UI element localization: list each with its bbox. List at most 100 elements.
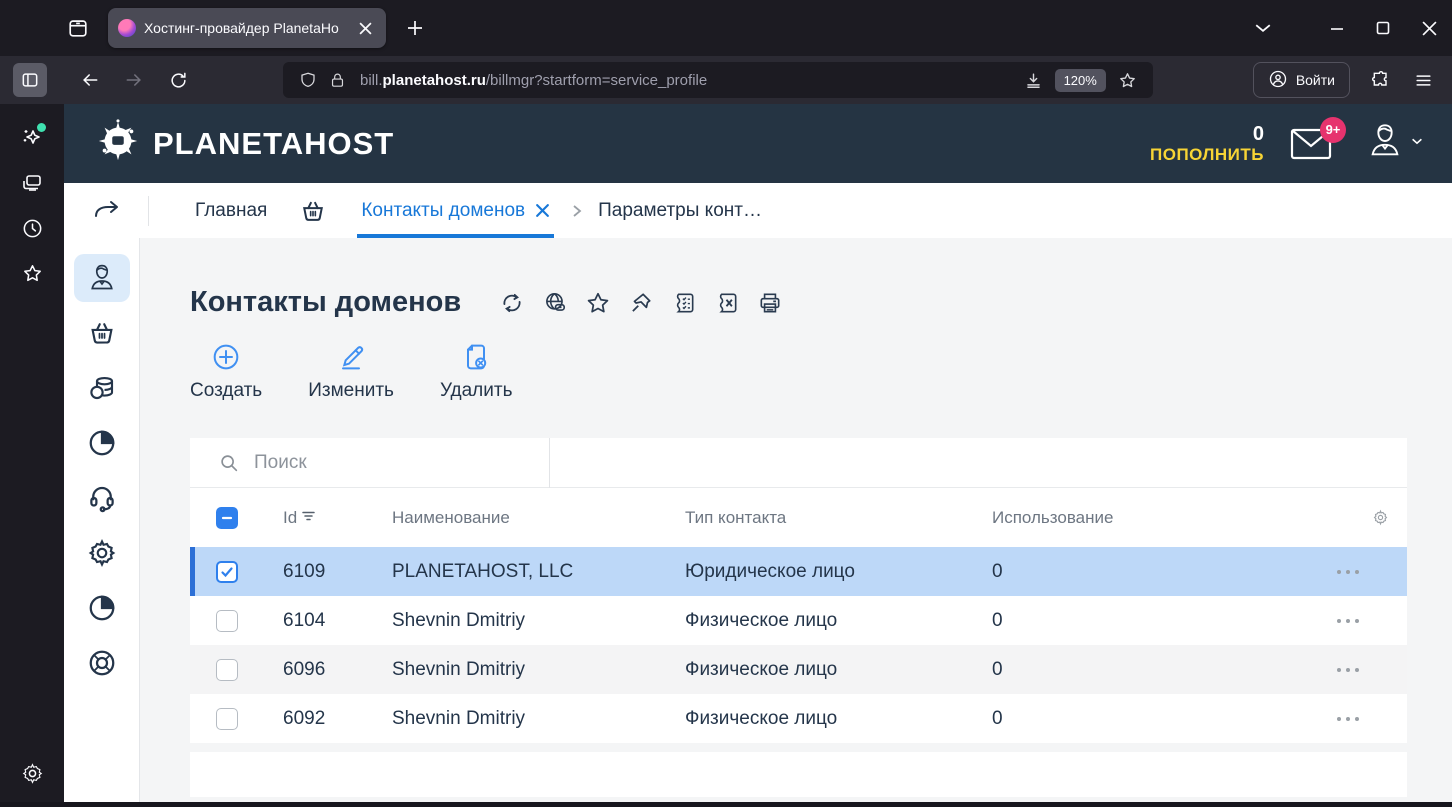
tab-domain-contacts-label: Контакты доменов — [361, 199, 526, 221]
delete-button[interactable]: Удалить — [440, 341, 512, 402]
site-header: PLANETAHOST 0 ПОПОЛНИТЬ 9+ — [64, 104, 1452, 183]
favorite-star-icon[interactable] — [585, 290, 611, 316]
table-row[interactable]: 6092 Shevnin Dmitriy Физическое лицо 0 — [190, 694, 1407, 743]
user-menu[interactable] — [1366, 122, 1424, 165]
search-placeholder: Поиск — [254, 451, 307, 473]
minimize-button[interactable] — [1314, 8, 1360, 48]
expand-menu-arrow-icon[interactable] — [92, 198, 122, 224]
url-bar[interactable]: bill.planetahost.ru/billmgr?startform=se… — [283, 62, 1153, 98]
cell-name: PLANETAHOST, LLC — [392, 560, 574, 582]
history-clock-icon[interactable] — [12, 208, 52, 248]
column-header-usage[interactable]: Использование — [992, 508, 1372, 528]
active-tab-underline — [357, 234, 555, 238]
tab-list-chevron-icon[interactable] — [1240, 8, 1286, 48]
sidebar-item-settings[interactable] — [74, 529, 130, 577]
browser-tab[interactable]: Хостинг-провайдер PlanetaHo — [108, 8, 386, 48]
table-row[interactable]: 6104 Shevnin Dmitriy Физическое лицо 0 — [190, 596, 1407, 645]
table-row[interactable]: 6096 Shevnin Dmitriy Физическое лицо 0 — [190, 645, 1407, 694]
sidebar-item-support[interactable] — [74, 474, 130, 522]
row-checkbox[interactable] — [216, 707, 238, 730]
browser-navbar: bill.planetahost.ru/billmgr?startform=se… — [0, 56, 1452, 104]
select-all-checkbox[interactable] — [216, 506, 238, 529]
back-button[interactable] — [73, 63, 107, 97]
search-icon — [218, 452, 240, 474]
cell-id: 6092 — [283, 707, 326, 729]
table-row[interactable]: 6109 PLANETAHOST, LLC Юридическое лицо 0 — [190, 547, 1407, 596]
planetahost-logo[interactable]: PLANETAHOST — [95, 118, 394, 169]
row-menu-icon[interactable] — [1337, 667, 1359, 672]
log-list-icon[interactable] — [671, 290, 697, 316]
mail-badge: 9+ — [1320, 116, 1346, 143]
synced-tabs-icon[interactable] — [12, 163, 52, 203]
row-checkbox[interactable] — [216, 609, 238, 632]
cell-id: 6104 — [283, 609, 326, 631]
column-header-name[interactable]: Наименование — [392, 508, 685, 528]
firefox-view-icon[interactable] — [64, 14, 92, 42]
tab-contact-params[interactable]: Параметры конт… — [598, 200, 762, 222]
sidebar-item-client-profile[interactable] — [73, 254, 130, 302]
sidebar-item-reports[interactable] — [74, 584, 130, 632]
pin-icon[interactable] — [628, 290, 654, 316]
edit-button[interactable]: Изменить — [308, 341, 394, 402]
search-bar[interactable]: Поиск — [190, 437, 1407, 488]
row-checkbox-checked[interactable] — [216, 560, 238, 583]
reload-button[interactable] — [161, 63, 195, 97]
mail-button[interactable]: 9+ — [1290, 116, 1346, 161]
hamburger-menu-icon[interactable] — [1406, 63, 1440, 97]
zoom-level-badge[interactable]: 120% — [1054, 68, 1106, 92]
bookmarks-star-icon[interactable] — [12, 253, 52, 293]
cell-name: Shevnin Dmitriy — [392, 707, 526, 729]
topup-link[interactable]: ПОПОЛНИТЬ — [1150, 145, 1264, 165]
sidebar-item-help[interactable] — [74, 639, 130, 687]
shield-icon[interactable] — [299, 71, 317, 89]
basket-tab-icon[interactable] — [299, 197, 327, 225]
divider — [148, 195, 149, 226]
forward-button[interactable] — [117, 63, 151, 97]
sidebar-item-basket[interactable] — [74, 309, 130, 357]
row-menu-icon[interactable] — [1337, 569, 1359, 574]
document-remove-icon — [460, 341, 492, 373]
cell-usage: 0 — [992, 658, 1003, 680]
ai-chatbot-icon[interactable] — [12, 118, 52, 158]
table-settings-gear-icon[interactable] — [1372, 509, 1389, 526]
close-window-button[interactable] — [1406, 8, 1452, 48]
row-checkbox[interactable] — [216, 658, 238, 681]
maximize-button[interactable] — [1360, 8, 1406, 48]
cell-usage: 0 — [992, 609, 1003, 631]
sidebar-item-finance[interactable] — [74, 364, 130, 412]
cell-type: Физическое лицо — [685, 707, 838, 729]
app-sidebar — [64, 238, 140, 803]
tab-domain-contacts[interactable]: Контакты доменов — [357, 183, 555, 238]
sidebar-settings-gear-icon[interactable] — [12, 753, 52, 793]
export-excel-icon[interactable] — [714, 290, 740, 316]
new-tab-button[interactable] — [400, 13, 430, 43]
row-menu-icon[interactable] — [1337, 716, 1359, 721]
filter-area[interactable] — [550, 438, 1407, 488]
domain-link-icon[interactable] — [542, 290, 568, 316]
extensions-puzzle-icon[interactable] — [1364, 63, 1398, 97]
download-icon[interactable] — [1024, 71, 1043, 90]
user-chevron-icon — [1410, 134, 1424, 153]
print-icon[interactable] — [757, 290, 783, 316]
balance-box[interactable]: 0 ПОПОЛНИТЬ — [1150, 123, 1264, 165]
table-footer-gap — [190, 743, 1452, 752]
url-text: bill.planetahost.ru/billmgr?startform=se… — [360, 71, 708, 89]
tab-close-icon[interactable] — [354, 17, 376, 39]
refresh-icon[interactable] — [499, 290, 525, 316]
lock-icon[interactable] — [329, 72, 346, 89]
login-button[interactable]: Войти — [1252, 62, 1350, 98]
column-header-type[interactable]: Тип контакта — [685, 508, 992, 528]
row-menu-icon[interactable] — [1337, 618, 1359, 623]
sidebar-item-stats[interactable] — [74, 419, 130, 467]
cell-id: 6096 — [283, 658, 326, 680]
create-label: Создать — [190, 380, 263, 401]
sidebar-toggle-icon[interactable] — [13, 63, 47, 97]
tab-home[interactable]: Главная — [195, 200, 267, 222]
cell-name: Shevnin Dmitriy — [392, 609, 526, 631]
column-header-id[interactable]: Id — [283, 508, 392, 528]
create-button[interactable]: Создать — [190, 341, 262, 402]
status-dot — [37, 123, 46, 132]
sort-icon — [301, 508, 317, 528]
tab-close-x-icon[interactable] — [535, 203, 550, 218]
bookmark-star-icon[interactable] — [1118, 71, 1137, 90]
